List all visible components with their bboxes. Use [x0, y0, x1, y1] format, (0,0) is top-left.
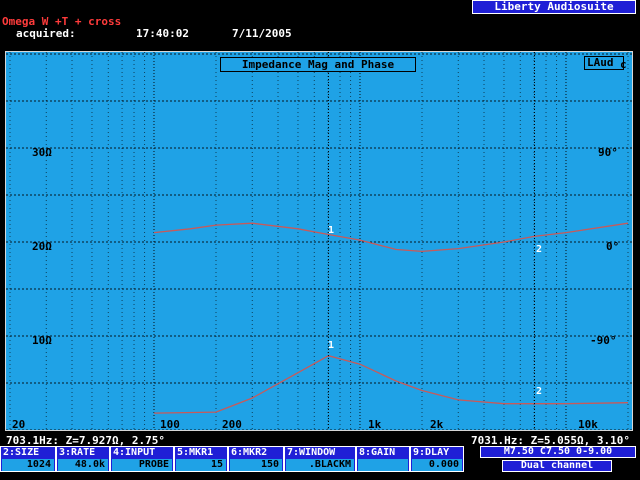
- x-tick: 200: [222, 418, 242, 431]
- channel-mode[interactable]: Dual channel: [502, 460, 612, 472]
- y-left-tick: 10Ω: [32, 334, 52, 347]
- grid: [6, 52, 632, 430]
- y-right-tick: -90°: [590, 334, 617, 347]
- x-tick: 10k: [578, 418, 598, 431]
- app-brand: Liberty Audiosuite: [472, 0, 636, 14]
- y-right-tick: 90°: [598, 146, 618, 159]
- rate-key-label: 3:RATE: [59, 447, 96, 458]
- gain-key-value: [358, 459, 408, 471]
- mkr2-key-value: 150: [230, 459, 282, 471]
- channel-suffix: c: [620, 58, 627, 71]
- gain-key-label: 8:GAIN: [359, 447, 396, 458]
- x-tick: 20: [12, 418, 26, 431]
- impedance-chart: [6, 52, 632, 430]
- marker-2-label: 2: [535, 386, 543, 397]
- marker-2-label: 2: [535, 244, 543, 255]
- mkr1-key[interactable]: 5:MKR1 15: [174, 446, 228, 472]
- window-key-value: .BLACKM: [286, 459, 354, 471]
- delay-key-value: 0.000: [412, 459, 462, 471]
- rate-key-value: 48.0k: [58, 459, 108, 471]
- chart-title: Impedance Mag and Phase: [220, 57, 416, 72]
- input-key-label: 4:INPUT: [113, 447, 156, 458]
- x-tick: 2k: [430, 418, 444, 431]
- impedance-phase-trace: [153, 222, 629, 253]
- marker-1-label: 1: [327, 340, 335, 351]
- y-left-tick: 20Ω: [32, 240, 52, 253]
- status-settings: M7.50 C7.50 0-9.00: [480, 446, 636, 458]
- channel-tag[interactable]: LAud: [584, 56, 624, 70]
- x-tick: 100: [160, 418, 180, 431]
- size-key-label: 2:SIZE: [3, 447, 40, 458]
- size-key[interactable]: 2:SIZE 1024: [0, 446, 56, 472]
- y-right-tick: 0°: [606, 240, 620, 253]
- mkr2-key-label: 6:MKR2: [231, 447, 268, 458]
- marker-1-label: 1: [327, 225, 335, 236]
- plot-area[interactable]: [5, 51, 633, 431]
- window-key-label: 7:WINDOW: [287, 447, 336, 458]
- size-key-value: 1024: [2, 459, 54, 471]
- delay-key[interactable]: 9:DLAY 0.000: [410, 446, 464, 472]
- mkr1-key-value: 15: [176, 459, 226, 471]
- gain-key[interactable]: 8:GAIN: [356, 446, 410, 472]
- delay-key-label: 9:DLAY: [413, 447, 450, 458]
- y-left-tick: 30Ω: [32, 146, 52, 159]
- acquired-date: 7/11/2005: [232, 27, 292, 40]
- mkr1-key-label: 5:MKR1: [177, 447, 214, 458]
- x-tick: 1k: [368, 418, 382, 431]
- acquired-label: acquired:: [16, 27, 76, 40]
- window-key[interactable]: 7:WINDOW .BLACKM: [284, 446, 356, 472]
- mkr2-key[interactable]: 6:MKR2 150: [228, 446, 284, 472]
- rate-key[interactable]: 3:RATE 48.0k: [56, 446, 110, 472]
- input-key[interactable]: 4:INPUT PROBE: [110, 446, 174, 472]
- acquired-time: 17:40:02: [136, 27, 189, 40]
- input-key-value: PROBE: [112, 459, 172, 471]
